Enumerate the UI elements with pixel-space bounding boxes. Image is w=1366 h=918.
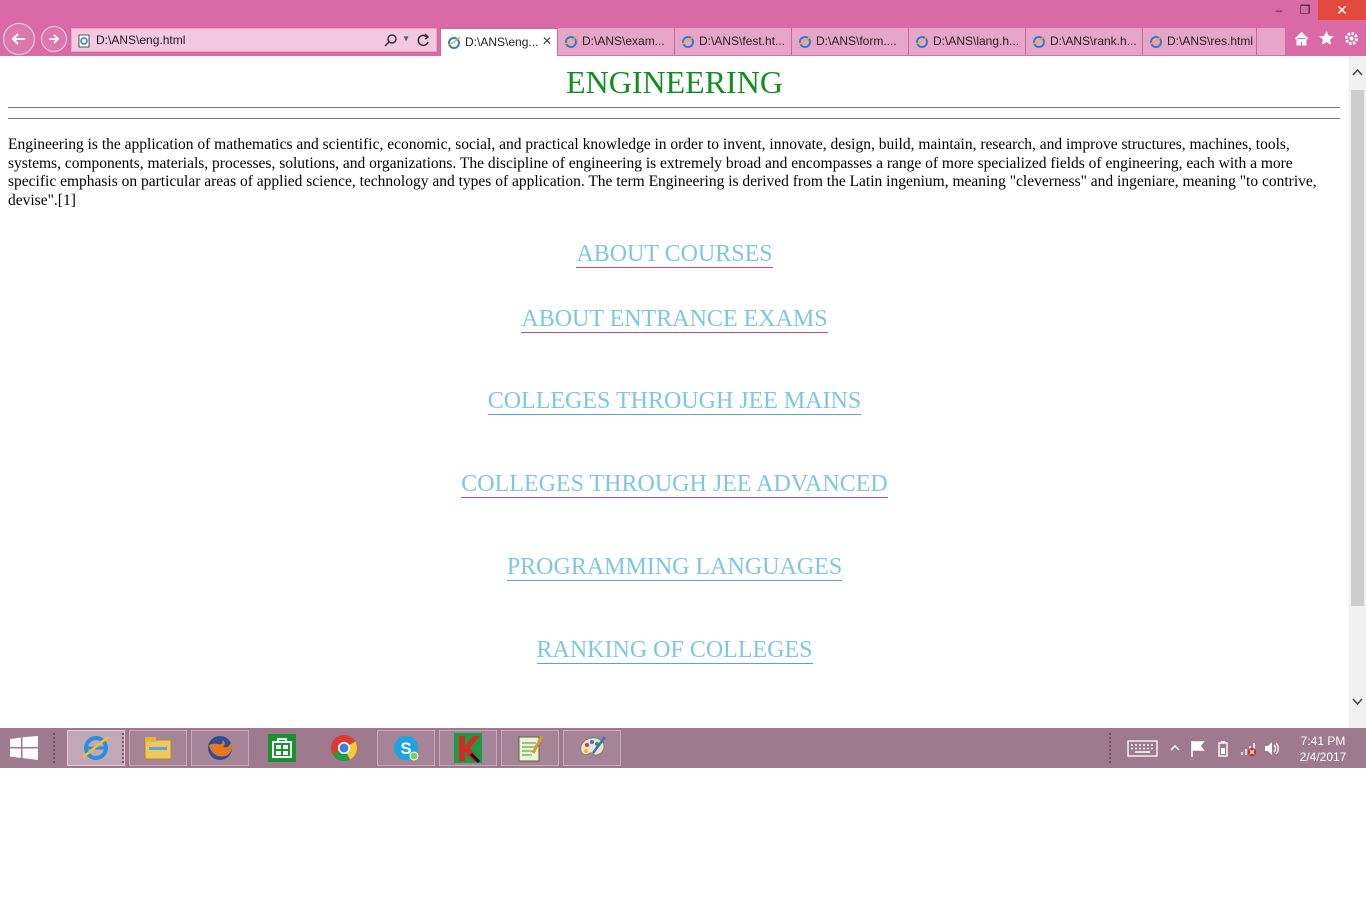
- taskbar-file-explorer[interactable]: [129, 730, 187, 766]
- taskbar: S 7:41 PM 2/4/2017: [0, 728, 1366, 768]
- show-hidden-icons-chevron-icon[interactable]: [1170, 744, 1180, 752]
- link-programming-languages[interactable]: PROGRAMMING LANGUAGES: [506, 554, 843, 581]
- ie-page-icon: [681, 35, 695, 48]
- taskbar-chrome[interactable]: [315, 730, 373, 766]
- tab-res[interactable]: D:\ANS\res.html: [1143, 28, 1257, 55]
- divider: [8, 107, 1340, 108]
- ie-page-icon: [564, 35, 578, 48]
- action-center-flag-icon[interactable]: [1190, 740, 1206, 757]
- tab-strip: D:\ANS\eng... ✕ D:\ANS\exam... D:\ANS\fe…: [440, 28, 1285, 56]
- kaspersky-icon: [454, 733, 482, 764]
- favorites-star-icon[interactable]: [1318, 30, 1335, 47]
- divider: [8, 118, 1340, 119]
- link-jee-advanced[interactable]: COLLEGES THROUGH JEE ADVANCED: [461, 471, 888, 498]
- page-content: ENGINEERING Engineering is the applicati…: [0, 56, 1349, 728]
- skype-icon: S: [394, 736, 419, 761]
- vertical-scrollbar[interactable]: [1349, 56, 1366, 728]
- search-icon[interactable]: [384, 33, 398, 47]
- store-icon: [268, 734, 296, 762]
- restore-button[interactable]: ❐: [1292, 0, 1318, 20]
- power-battery-icon[interactable]: [1215, 740, 1231, 757]
- tab-label: D:\ANS\fest.ht...: [699, 34, 786, 48]
- link-entrance-exams-row: ABOUT ENTRANCE EXAMS: [0, 306, 1349, 333]
- clock-time[interactable]: 7:41 PM: [1293, 734, 1353, 748]
- tab-label: D:\ANS\lang.h...: [933, 34, 1020, 48]
- network-disconnected-icon[interactable]: [1239, 740, 1258, 757]
- home-icon[interactable]: [1293, 30, 1310, 47]
- tab-label: D:\ANS\rank.h...: [1050, 34, 1137, 48]
- link-ranking-of-colleges[interactable]: RANKING OF COLLEGES: [536, 637, 813, 664]
- touch-keyboard-icon[interactable]: [1127, 740, 1158, 757]
- browser-toolbar-icons: [1293, 30, 1360, 47]
- internet-explorer-icon: [82, 735, 110, 760]
- settings-gear-icon[interactable]: [1343, 30, 1360, 47]
- taskbar-kaspersky[interactable]: [439, 730, 497, 766]
- browser-chrome: – ❐ ✕ D:\ANS\eng.html ▼ D:\ANS\eng... ✕ …: [0, 0, 1366, 56]
- ie-page-icon: [798, 35, 812, 48]
- taskbar-grip: [1108, 732, 1112, 764]
- forward-button[interactable]: [41, 26, 67, 52]
- link-ranking-row: RANKING OF COLLEGES: [0, 637, 1349, 664]
- link-entrance-exams[interactable]: ABOUT ENTRANCE EXAMS: [521, 306, 828, 333]
- ie-page-icon: [447, 36, 461, 49]
- ie-page-icon: [1149, 35, 1163, 48]
- volume-speaker-icon[interactable]: [1264, 740, 1280, 757]
- window-controls: – ❐ ✕: [1266, 0, 1366, 20]
- back-button[interactable]: [3, 23, 35, 55]
- windows-start-icon[interactable]: [10, 736, 38, 760]
- taskbar-internet-explorer[interactable]: [67, 730, 125, 766]
- link-jee-mains-row: COLLEGES THROUGH JEE MAINS: [0, 388, 1349, 415]
- link-about-courses-row: ABOUT COURSES: [0, 241, 1349, 268]
- address-bar[interactable]: D:\ANS\eng.html ▼: [71, 28, 437, 52]
- tab-form[interactable]: D:\ANS\form....: [792, 28, 909, 55]
- taskbar-notepad[interactable]: [501, 730, 559, 766]
- paint-icon: [580, 736, 606, 756]
- taskbar-firefox[interactable]: [191, 730, 249, 766]
- link-programming-languages-row: PROGRAMMING LANGUAGES: [0, 554, 1349, 581]
- clock-date[interactable]: 2/4/2017: [1293, 750, 1353, 764]
- dropdown-arrow-icon[interactable]: ▼: [402, 34, 410, 43]
- close-button[interactable]: ✕: [1318, 0, 1366, 20]
- page-icon: [78, 34, 90, 48]
- taskbar-paint[interactable]: [563, 730, 621, 766]
- tab-exam[interactable]: D:\ANS\exam...: [558, 28, 675, 55]
- forward-icon: [49, 34, 60, 44]
- tab-label: D:\ANS\res.html: [1167, 34, 1254, 48]
- tab-label: D:\ANS\eng...: [465, 35, 539, 49]
- tab-lang[interactable]: D:\ANS\lang.h...: [909, 28, 1026, 55]
- chrome-icon: [331, 735, 358, 761]
- address-url: D:\ANS\eng.html: [96, 33, 186, 47]
- scroll-down-icon[interactable]: [1352, 698, 1363, 706]
- tab-label: D:\ANS\form....: [816, 34, 897, 48]
- page-title: ENGINEERING: [566, 64, 783, 100]
- tab-label: D:\ANS\exam...: [582, 34, 665, 48]
- intro-paragraph: Engineering is the application of mathem…: [8, 136, 1317, 209]
- firefox-icon: [208, 736, 233, 760]
- tab-fest[interactable]: D:\ANS\fest.ht...: [675, 28, 792, 55]
- ie-page-icon: [915, 35, 929, 48]
- close-tab-icon[interactable]: ✕: [542, 34, 552, 48]
- minimize-button[interactable]: –: [1266, 0, 1292, 20]
- scroll-up-icon[interactable]: [1352, 68, 1363, 76]
- tab-rank[interactable]: D:\ANS\rank.h...: [1026, 28, 1143, 55]
- taskbar-grip: [121, 732, 125, 764]
- taskbar-store[interactable]: [253, 730, 311, 766]
- taskbar-grip: [52, 732, 56, 764]
- link-jee-advanced-row: COLLEGES THROUGH JEE ADVANCED: [0, 471, 1349, 498]
- back-icon: [11, 33, 25, 45]
- file-explorer-icon: [144, 737, 172, 760]
- link-jee-mains[interactable]: COLLEGES THROUGH JEE MAINS: [487, 388, 862, 415]
- notepad-icon: [518, 735, 544, 762]
- empty-area: [0, 768, 1366, 918]
- link-about-courses[interactable]: ABOUT COURSES: [576, 241, 773, 268]
- taskbar-skype[interactable]: S: [377, 730, 435, 766]
- scroll-thumb[interactable]: [1351, 90, 1364, 606]
- new-tab-button[interactable]: [1257, 28, 1285, 55]
- refresh-icon[interactable]: [416, 32, 430, 48]
- ie-page-icon: [1032, 35, 1046, 48]
- tab-eng[interactable]: D:\ANS\eng... ✕: [440, 28, 558, 56]
